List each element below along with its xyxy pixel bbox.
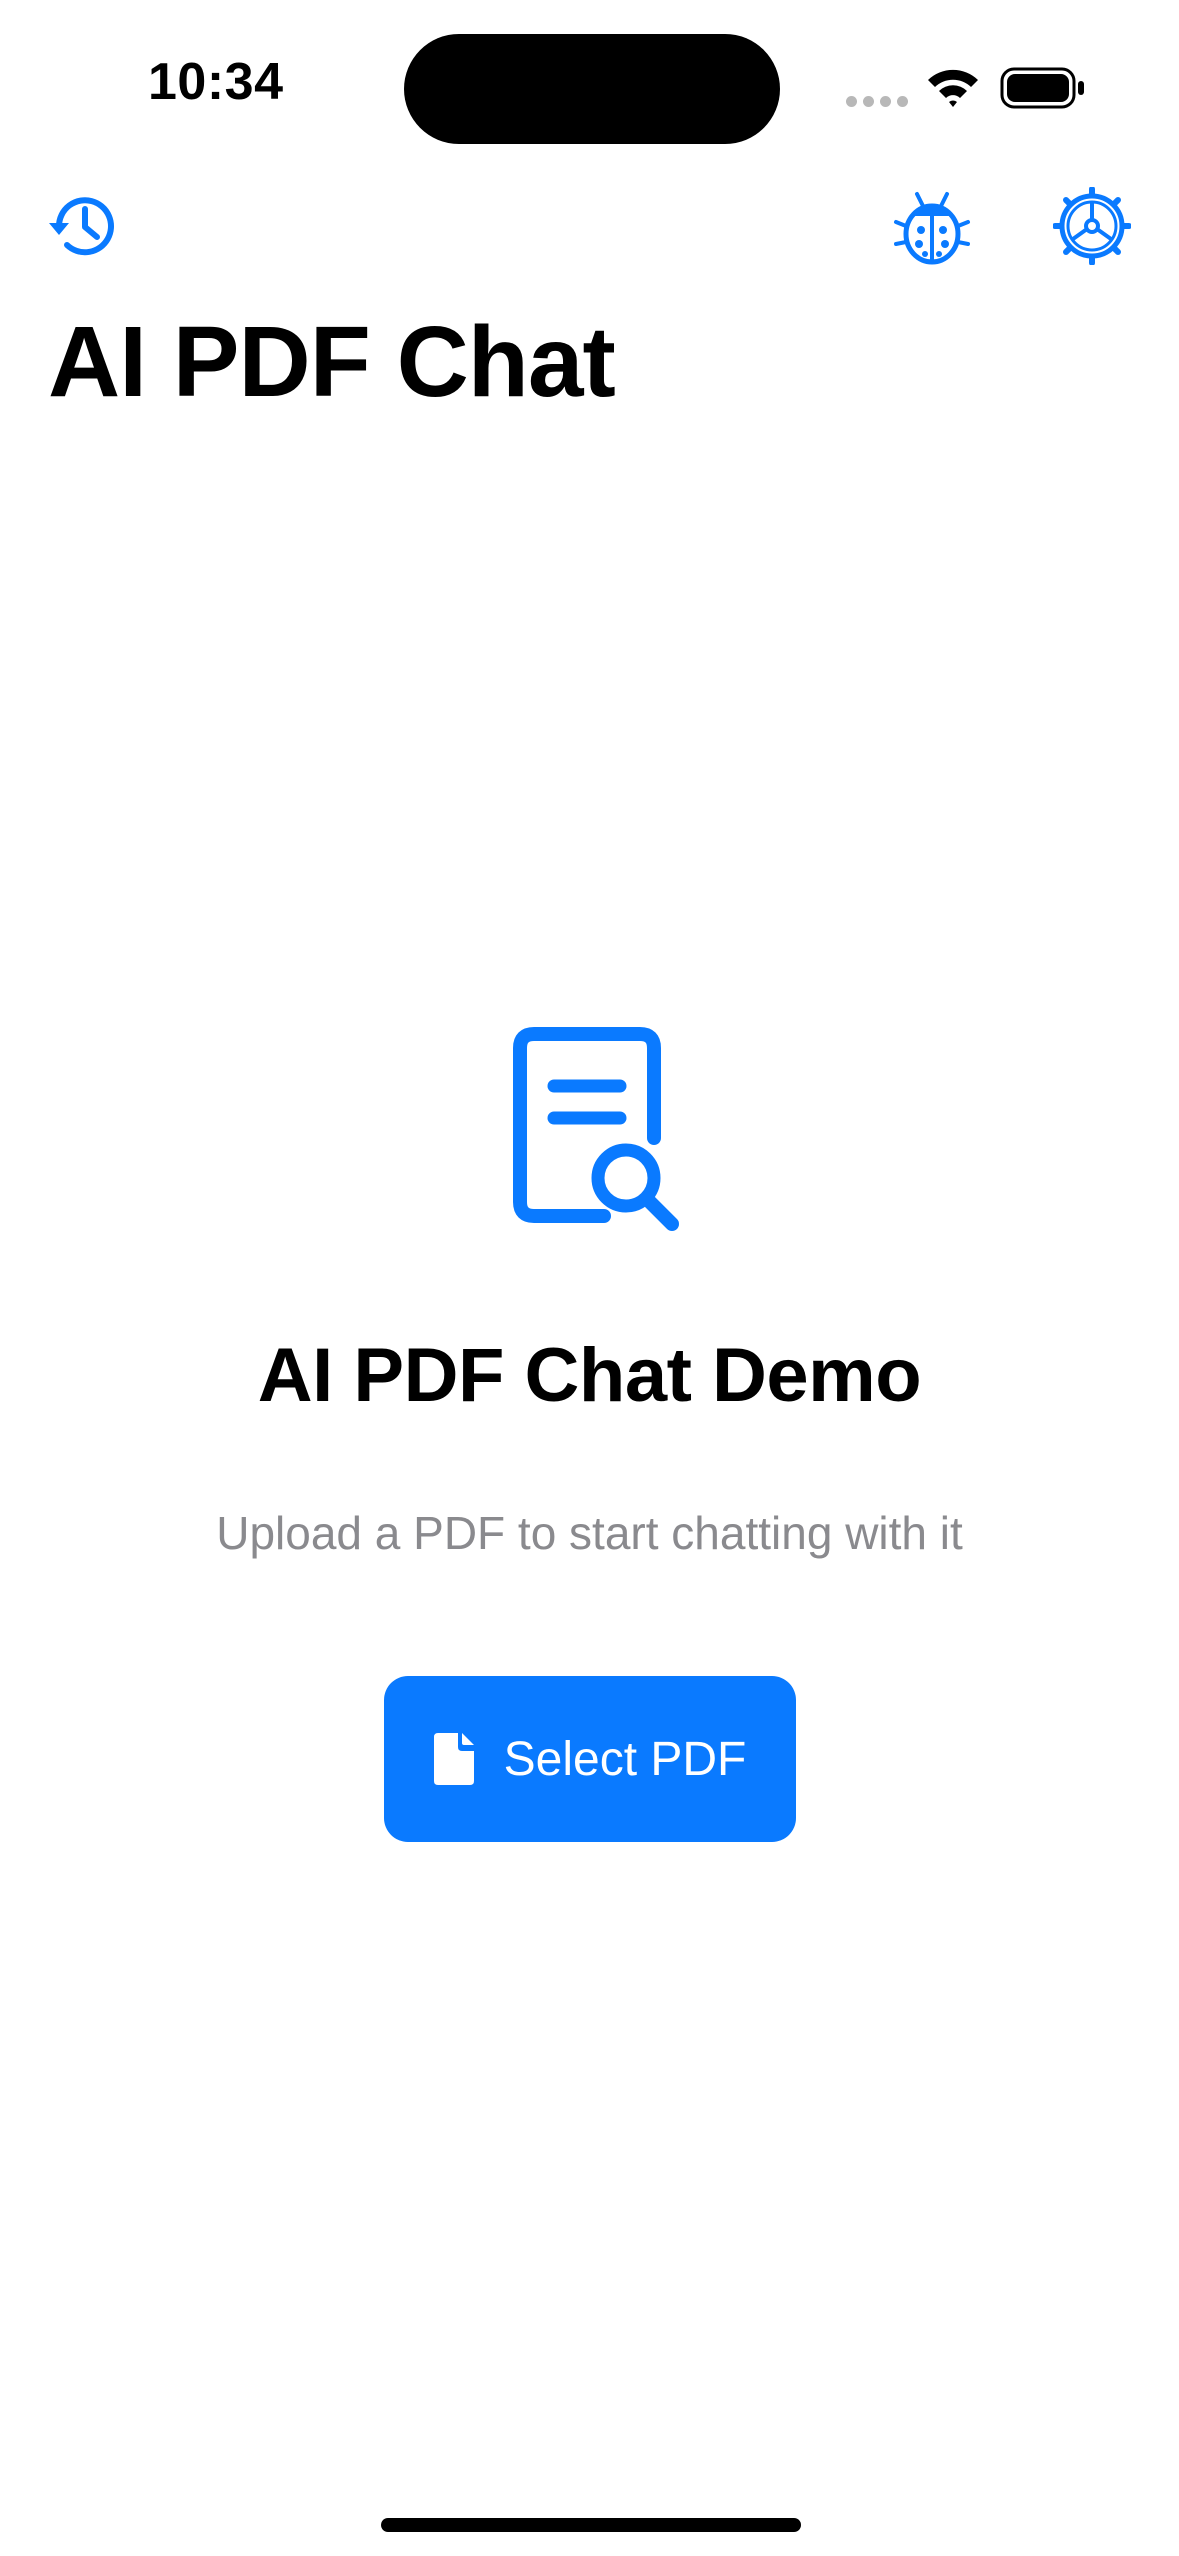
ladybug-icon xyxy=(894,192,970,265)
wifi-icon xyxy=(928,69,978,107)
history-button[interactable] xyxy=(42,184,126,268)
cellular-signal-icon xyxy=(846,96,908,108)
debug-button[interactable] xyxy=(890,184,974,268)
home-indicator[interactable] xyxy=(381,2518,801,2532)
settings-button[interactable] xyxy=(1050,184,1134,268)
page-title: AI PDF Chat xyxy=(48,306,616,418)
empty-state-title: AI PDF Chat Demo xyxy=(257,1333,922,1418)
document-search-icon xyxy=(513,1027,679,1231)
document-icon xyxy=(433,1733,474,1785)
status-time: 10:34 xyxy=(148,53,284,111)
dynamic-island xyxy=(404,34,780,144)
battery-icon xyxy=(1000,67,1084,109)
select-pdf-button[interactable]: Select PDF xyxy=(384,1676,796,1842)
empty-state-subtitle: Upload a PDF to start chatting with it xyxy=(216,1507,963,1559)
gear-icon xyxy=(1053,187,1131,265)
history-icon xyxy=(49,197,114,256)
select-pdf-label: Select PDF xyxy=(503,1732,747,1786)
